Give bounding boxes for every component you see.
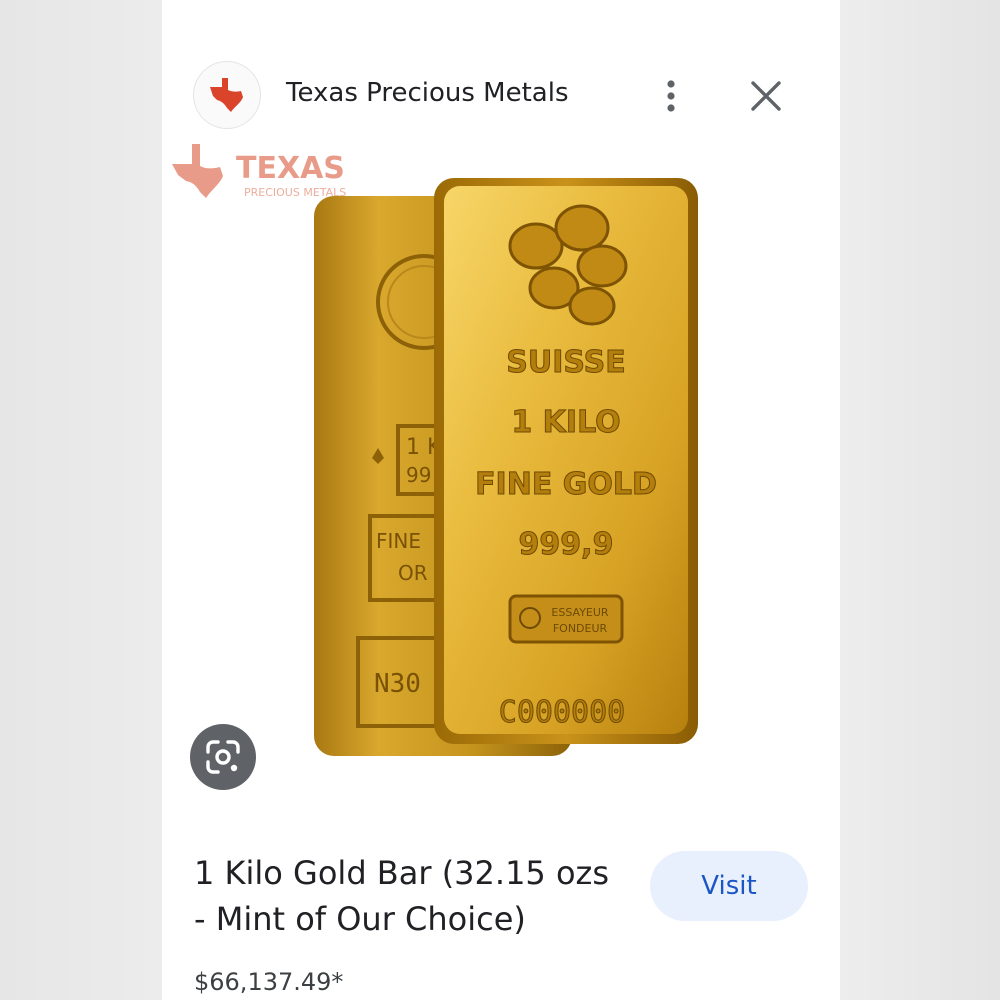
- bar-text-suisse: SUISSE: [506, 345, 626, 380]
- site-favicon[interactable]: [194, 62, 260, 128]
- visit-button[interactable]: Visit: [650, 851, 808, 921]
- product-image[interactable]: 1 K 99 FINE OR N30 SUISSE 1 KILO FINE GO…: [162, 140, 840, 808]
- product-info: 1 Kilo Gold Bar (32.15 ozs - Mint of Our…: [162, 808, 840, 1000]
- close-icon: [751, 81, 781, 111]
- bar-serial: C000000: [499, 695, 625, 730]
- site-name[interactable]: Texas Precious Metals: [286, 78, 569, 108]
- product-title[interactable]: 1 Kilo Gold Bar (32.15 ozs - Mint of Our…: [194, 850, 634, 942]
- watermark-sub: PRECIOUS METALS: [244, 186, 346, 199]
- back-bar-serial: N30: [374, 669, 421, 699]
- more-options-button[interactable]: [656, 76, 686, 116]
- search-result-panel: Texas Precious Metals 1 K 99 FINE OR N30…: [162, 0, 840, 1000]
- product-title-line-1: 1 Kilo Gold Bar (32.15 ozs: [194, 854, 609, 892]
- bar-text-fine-gold: FINE GOLD: [475, 467, 657, 502]
- back-bar-text-2: 99: [406, 463, 431, 487]
- close-button[interactable]: [748, 78, 784, 114]
- gold-bars-image: 1 K 99 FINE OR N30 SUISSE 1 KILO FINE GO…: [314, 178, 698, 756]
- more-vert-icon: [667, 80, 675, 112]
- google-lens-button[interactable]: [190, 724, 256, 790]
- panel-header: Texas Precious Metals: [162, 0, 840, 140]
- stamp-text-2: FONDEUR: [553, 622, 608, 635]
- google-lens-icon: [206, 740, 240, 774]
- product-title-line-2: - Mint of Our Choice): [194, 900, 526, 938]
- bar-text-purity: 999,9: [519, 527, 614, 562]
- watermark-brand: TEXAS: [236, 151, 345, 186]
- watermark-logo: TEXAS PRECIOUS METALS: [166, 140, 406, 202]
- product-price: $66,137.49*: [194, 968, 344, 996]
- back-bar-text-4: OR: [398, 561, 428, 585]
- bar-text-weight: 1 KILO: [511, 405, 620, 440]
- texas-state-icon: [210, 78, 243, 112]
- front-gold-bar: SUISSE 1 KILO FINE GOLD 999,9 ESSAYEUR F…: [434, 178, 698, 744]
- back-bar-text-3: FINE: [376, 529, 421, 553]
- stamp-text-1: ESSAYEUR: [551, 606, 609, 619]
